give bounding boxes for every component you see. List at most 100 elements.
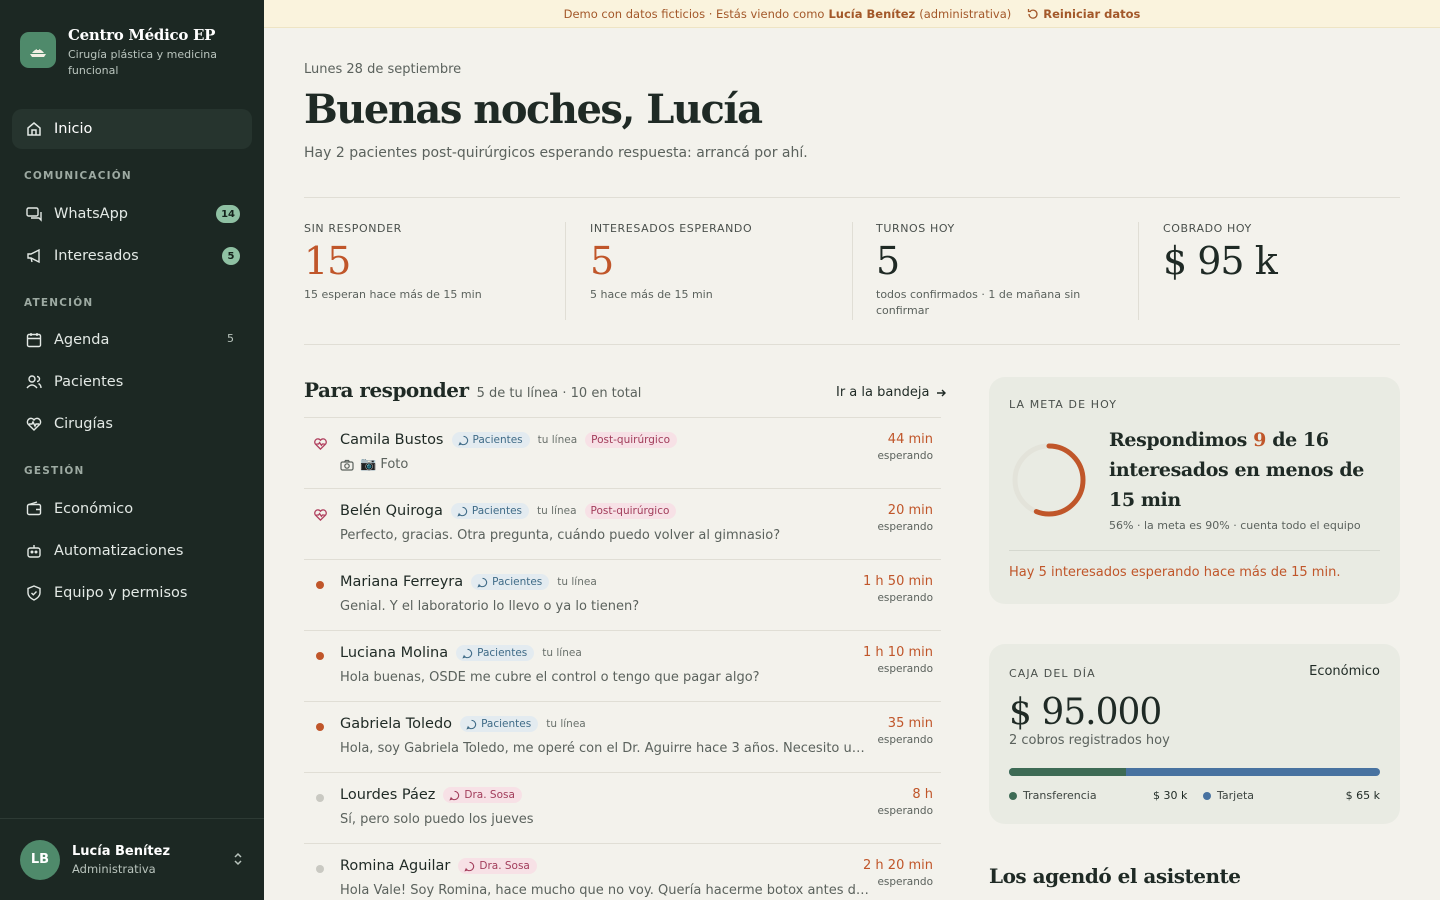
sidebar-item-interesados[interactable]: Interesados 5 xyxy=(12,236,252,276)
user-name: Lucía Benítez xyxy=(72,843,171,859)
payment-split-bar xyxy=(1009,768,1380,776)
sidebar-item-label: Interesados xyxy=(54,248,139,264)
stat-cobrado[interactable]: COBRADO HOY $ 95 k xyxy=(1163,222,1425,320)
sidebar-item-agenda[interactable]: Agenda 5 xyxy=(12,320,252,360)
stat-turnos[interactable]: TURNOS HOY 5 todos confirmados · 1 de ma… xyxy=(876,222,1138,320)
wait-time-value: 1 h 50 min xyxy=(863,574,933,589)
stat-note: 5 hace más de 15 min xyxy=(590,288,713,301)
goal-alert[interactable]: Hay 5 interesados esperando hace más de … xyxy=(1009,565,1340,580)
sidebar-item-pacientes[interactable]: Pacientes xyxy=(12,362,252,402)
agenda-count: 5 xyxy=(227,332,234,345)
nav-section-comunicacion: COMUNICACIÓN xyxy=(24,170,132,182)
sidebar-item-label: Inicio xyxy=(54,121,93,137)
heart-pulse-icon xyxy=(24,414,44,434)
line-label: tu línea xyxy=(537,505,577,517)
wait-time-value: 8 h xyxy=(912,787,933,802)
legend-transfer: Transferencia xyxy=(1009,789,1097,802)
sidebar-item-cirugias[interactable]: Cirugías xyxy=(12,404,252,444)
contact-name: Belén Quiroga xyxy=(340,503,443,519)
contact-name: Lourdes Páez xyxy=(340,787,436,803)
message-text: Perfecto, gracias. Otra pregunta, cuándo… xyxy=(340,528,781,543)
heart-pulse-icon xyxy=(312,506,328,522)
stat-label: INTERESADOS ESPERANDO xyxy=(590,222,753,235)
shield-icon xyxy=(24,583,44,603)
goal-progress-ring xyxy=(1012,443,1086,517)
goal-label: LA META DE HOY xyxy=(1009,398,1118,411)
wallet-icon xyxy=(24,499,44,519)
unread-dot xyxy=(312,648,328,664)
clinic-logo-icon xyxy=(20,32,56,68)
sidebar-item-automatizaciones[interactable]: Automatizaciones xyxy=(12,531,252,571)
inbox-row[interactable]: Lourdes Páez Dra. Sosa Sí, pero solo puedo… xyxy=(304,772,941,843)
sidebar-item-economico[interactable]: Económico xyxy=(12,489,252,529)
legend-label: Transferencia xyxy=(1023,789,1097,802)
brand-subtitle: Cirugía plástica y medicina funcional xyxy=(68,48,218,77)
brand[interactable]: Centro Médico EP Cirugía plástica y medi… xyxy=(20,26,218,79)
sidebar-item-label: WhatsApp xyxy=(54,206,128,222)
page-title: Buenas noches, Lucía xyxy=(304,86,763,133)
cash-amount: $ 95.000 xyxy=(1009,692,1162,733)
message-text: Hola buenas, OSDE me cubre el control o … xyxy=(340,670,760,685)
wait-time: 1 h 10 min esperando xyxy=(863,645,933,675)
inbox-row[interactable]: Gabriela Toledo Pacientes tu línea Hola, so… xyxy=(304,701,941,772)
banner-text: Demo con datos ficticios · Estás viendo … xyxy=(563,6,825,21)
economico-link[interactable]: Económico xyxy=(1309,664,1380,679)
calendar-icon xyxy=(24,330,44,350)
contact-name: Camila Bustos xyxy=(340,432,444,448)
stat-label: SIN RESPONDER xyxy=(304,222,402,235)
message-preview: Hola Vale! Soy Romina, hace mucho que no… xyxy=(340,883,870,898)
inbox-row[interactable]: Belén Quiroga Pacientes tu línea Post-quirú… xyxy=(304,488,941,559)
wait-status: esperando xyxy=(877,663,933,675)
reset-data-button[interactable]: Reiniciar datos xyxy=(1027,7,1140,21)
stat-note: todos confirmados · 1 de mañana sin conf… xyxy=(876,288,1081,317)
sidebar-item-label: Automatizaciones xyxy=(54,543,184,559)
inbox-link-label: Ir a la bandeja xyxy=(836,385,930,400)
inbox-tag: Pacientes xyxy=(471,574,550,590)
contact-name: Romina Aguilar xyxy=(340,858,451,874)
user-menu[interactable]: LB Lucía Benítez Administrativa xyxy=(0,818,264,900)
brand-name: Centro Médico EP xyxy=(68,26,216,44)
wait-time: 8 h esperando xyxy=(877,787,933,817)
unread-dot xyxy=(312,577,328,593)
sidebar-item-equipo[interactable]: Equipo y permisos xyxy=(12,573,252,613)
stat-interesados[interactable]: INTERESADOS ESPERANDO 5 5 hace más de 15… xyxy=(590,222,852,320)
whatsapp-badge: 14 xyxy=(216,205,240,223)
wait-time: 35 min esperando xyxy=(877,716,933,746)
wait-time-value: 1 h 10 min xyxy=(863,645,933,660)
stat-sin-responder[interactable]: SIN RESPONDER 15 15 esperan hace más de … xyxy=(304,222,566,320)
sidebar-item-label: Pacientes xyxy=(54,374,124,390)
read-dot xyxy=(312,790,328,806)
card-value: $ 65 k xyxy=(1345,789,1380,802)
chat-bubble-icon xyxy=(477,577,488,588)
tag-label: Pacientes xyxy=(477,647,528,659)
inbox-row[interactable]: Romina Aguilar Dra. Sosa Hola Vale! Soy Ro… xyxy=(304,843,941,900)
nav-section-gestion: GESTIÓN xyxy=(24,465,85,477)
cash-card: CAJA DEL DÍA Económico $ 95.000 2 cobros… xyxy=(989,644,1400,824)
chat-bubble-icon xyxy=(449,790,460,801)
cash-label: CAJA DEL DÍA xyxy=(1009,667,1096,680)
chat-bubble-icon xyxy=(457,435,469,446)
wait-time-value: 35 min xyxy=(887,716,933,731)
contact-name: Gabriela Toledo xyxy=(340,716,453,732)
line-label: tu línea xyxy=(546,718,586,730)
wait-time-value: 44 min xyxy=(887,432,933,447)
divider xyxy=(304,344,1400,345)
bot-icon xyxy=(24,541,44,561)
sidebar: Centro Médico EP Cirugía plástica y medi… xyxy=(0,0,264,900)
wait-status: esperando xyxy=(877,805,933,817)
inbox-list: Camila Bustos Pacientes tu línea Post-quirú… xyxy=(304,417,941,900)
sidebar-item-inicio[interactable]: Inicio xyxy=(12,109,252,149)
inbox-tag: Pacientes xyxy=(460,716,539,732)
message-text: Sí, pero solo puedo los jueves xyxy=(340,812,534,827)
inbox-row[interactable]: Luciana Molina Pacientes tu línea Hola buen… xyxy=(304,630,941,701)
tag-label: Pacientes xyxy=(472,434,523,446)
wait-status: esperando xyxy=(877,450,933,462)
inbox-row[interactable]: Camila Bustos Pacientes tu línea Post-quirú… xyxy=(304,417,941,488)
inbox-row[interactable]: Mariana Ferreyra Pacientes tu línea Genial.… xyxy=(304,559,941,630)
go-to-inbox-link[interactable]: Ir a la bandeja xyxy=(836,385,947,400)
sidebar-item-whatsapp[interactable]: WhatsApp 14 xyxy=(12,194,252,234)
unread-dot xyxy=(312,719,328,735)
row-header: Mariana Ferreyra Pacientes tu línea xyxy=(340,574,597,590)
section-title-asistente: Los agendó el asistente xyxy=(989,864,1241,888)
message-preview: Hola buenas, OSDE me cubre el control o … xyxy=(340,670,870,685)
